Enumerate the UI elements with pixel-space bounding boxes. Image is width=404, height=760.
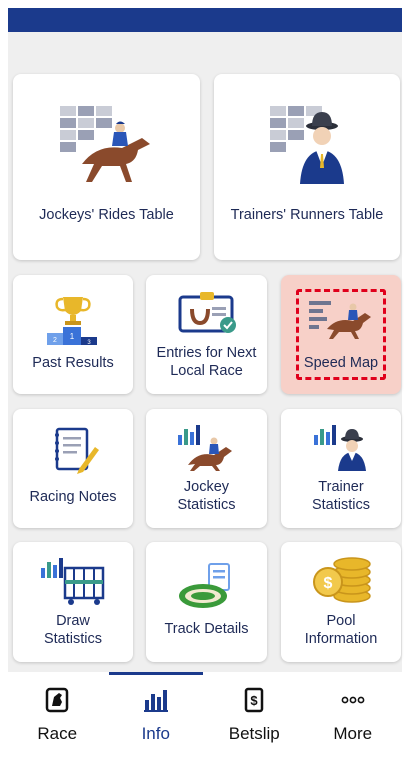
jockey-statistics-label: Jockey Statistics xyxy=(171,478,241,514)
jockey-stats-line2: Statistics xyxy=(177,497,236,513)
past-results-tile[interactable]: 1 2 3 Past Results xyxy=(13,275,133,394)
pool-information-tile[interactable]: $ Pool Information xyxy=(281,542,401,662)
nav-more-label: More xyxy=(333,724,373,743)
trainers-runners-table-tile[interactable]: Trainers' Runners Table xyxy=(214,74,400,260)
trainer-stats-line1: Trainer xyxy=(318,479,364,495)
trainer-stats-icon xyxy=(281,421,401,471)
jockey-stats-line1: Jockey xyxy=(183,479,230,495)
entries-horseshoe-icon xyxy=(146,291,267,335)
nav-more[interactable]: More xyxy=(304,672,403,760)
entries-next-local-race-tile[interactable]: Entries for Next Local Race xyxy=(146,275,267,394)
trainer-table-icon xyxy=(214,104,400,184)
draw-statistics-label: Draw Statistics xyxy=(38,612,108,648)
pool-info-line2: Information xyxy=(304,631,378,647)
trainers-runners-table-label: Trainers' Runners Table xyxy=(230,207,384,223)
draw-statistics-tile[interactable]: Draw Statistics xyxy=(13,542,133,662)
jockey-stats-icon xyxy=(146,421,267,471)
trainer-statistics-tile[interactable]: Trainer Statistics xyxy=(281,409,401,528)
dollar-slip-icon: $ xyxy=(245,687,264,713)
trainer-statistics-label: Trainer Statistics xyxy=(306,478,376,514)
nav-betslip-label: Betslip xyxy=(228,724,280,743)
pool-info-line1: Pool xyxy=(326,613,356,629)
horse-head-icon xyxy=(46,687,69,713)
draw-stats-icon xyxy=(13,556,133,606)
entries-label-line1: Entries for Next xyxy=(156,345,257,361)
nav-info-label: Info xyxy=(141,724,170,743)
pool-information-label: Pool Information xyxy=(299,612,384,648)
draw-stats-line1: Draw xyxy=(56,613,90,629)
racing-notes-label: Racing Notes xyxy=(29,489,117,505)
speed-map-label: Speed Map xyxy=(303,355,379,371)
more-dots-icon xyxy=(341,696,365,704)
podium-second-label: 2 xyxy=(53,337,57,344)
trainer-stats-line2: Statistics xyxy=(311,497,370,513)
svg-text:$: $ xyxy=(251,693,259,708)
speed-map-tile[interactable]: Speed Map xyxy=(281,275,401,394)
nav-info[interactable]: Info xyxy=(107,672,206,760)
speed-map-icon xyxy=(281,299,401,339)
racing-notes-tile[interactable]: Racing Notes xyxy=(13,409,133,528)
entries-label-line2: Local Race xyxy=(170,363,243,379)
bar-chart-icon xyxy=(143,690,168,712)
entries-next-local-race-label: Entries for Next Local Race xyxy=(151,344,263,380)
jockeys-rides-table-tile[interactable]: Jockeys' Rides Table xyxy=(13,74,200,260)
track-details-label: Track Details xyxy=(164,621,249,637)
race-track-icon xyxy=(146,562,267,612)
trophy-podium-icon: 1 2 3 xyxy=(13,293,133,345)
draw-stats-line2: Statistics xyxy=(43,631,102,647)
podium-first-label: 1 xyxy=(70,332,75,341)
jockeys-rides-table-label: Jockeys' Rides Table xyxy=(39,207,174,223)
nav-race[interactable]: Race xyxy=(8,672,107,760)
jockey-table-icon xyxy=(13,104,200,184)
nav-race-label: Race xyxy=(37,724,78,743)
notes-pencil-icon xyxy=(13,425,133,477)
nav-betslip[interactable]: $ Betslip xyxy=(205,672,304,760)
header-bar xyxy=(8,8,402,32)
jockey-statistics-tile[interactable]: Jockey Statistics xyxy=(146,409,267,528)
coins-icon: $ xyxy=(281,556,401,606)
track-details-tile[interactable]: Track Details xyxy=(146,542,267,662)
past-results-label: Past Results xyxy=(32,355,114,371)
svg-text:$: $ xyxy=(324,575,333,592)
bottom-navigation: Race Info $ Betslip More xyxy=(8,672,402,760)
